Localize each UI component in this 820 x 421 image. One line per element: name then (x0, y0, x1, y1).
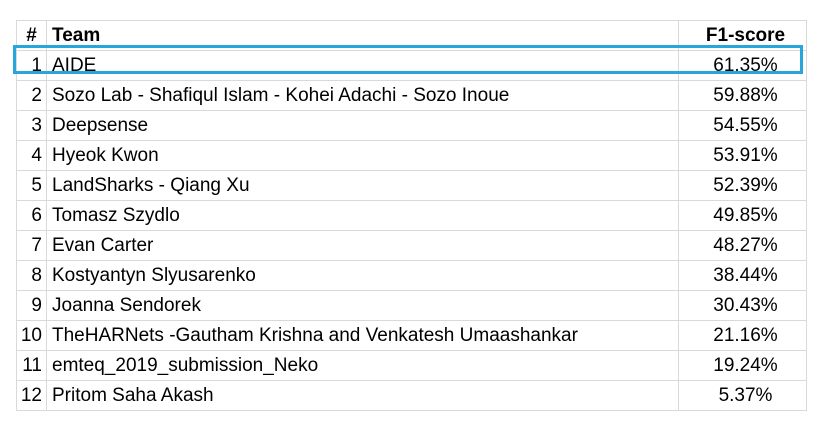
rank-cell: 7 (16, 230, 47, 261)
score-cell: 54.55% (678, 110, 807, 141)
team-cell: AIDE (46, 50, 679, 81)
rank-cell: 1 (16, 50, 47, 81)
team-cell: Kostyantyn Slyusarenko (46, 260, 679, 291)
score-cell: 21.16% (678, 320, 807, 351)
table-row: 10 TheHARNets -Gautham Krishna and Venka… (16, 320, 807, 351)
table-row: 12 Pritom Saha Akash 5.37% (16, 380, 807, 411)
score-cell: 38.44% (678, 260, 807, 291)
table-header: # Team F1-score (16, 20, 807, 51)
rank-cell: 3 (16, 110, 47, 141)
score-cell: 48.27% (678, 230, 807, 261)
table-row: 4 Hyeok Kwon 53.91% (16, 140, 807, 171)
team-cell: emteq_2019_submission_Neko (46, 350, 679, 381)
leaderboard-table: # Team F1-score 1 AIDE 61.35% 2 Sozo Lab… (16, 20, 807, 411)
table-row: 6 Tomasz Szydlo 49.85% (16, 200, 807, 231)
table-row: 7 Evan Carter 48.27% (16, 230, 807, 261)
rank-cell: 11 (16, 350, 47, 381)
team-cell: Sozo Lab - Shafiqul Islam - Kohei Adachi… (46, 80, 679, 111)
team-cell: Deepsense (46, 110, 679, 141)
rank-cell: 5 (16, 170, 47, 201)
team-cell: TheHARNets -Gautham Krishna and Venkates… (46, 320, 679, 351)
header-row: # Team F1-score (16, 20, 807, 51)
table-body: 1 AIDE 61.35% 2 Sozo Lab - Shafiqul Isla… (16, 50, 807, 411)
table-row: 5 LandSharks - Qiang Xu 52.39% (16, 170, 807, 201)
table-row: 8 Kostyantyn Slyusarenko 38.44% (16, 260, 807, 291)
team-cell: Evan Carter (46, 230, 679, 261)
score-cell: 30.43% (678, 290, 807, 321)
score-column-header: F1-score (678, 20, 807, 51)
rank-cell: 2 (16, 80, 47, 111)
score-cell: 59.88% (678, 80, 807, 111)
table-row: 1 AIDE 61.35% (16, 50, 807, 81)
score-cell: 53.91% (678, 140, 807, 171)
table-row: 3 Deepsense 54.55% (16, 110, 807, 141)
team-cell: Hyeok Kwon (46, 140, 679, 171)
table-row: 11 emteq_2019_submission_Neko 19.24% (16, 350, 807, 381)
team-column-header: Team (46, 20, 679, 51)
table-row: 9 Joanna Sendorek 30.43% (16, 290, 807, 321)
team-cell: LandSharks - Qiang Xu (46, 170, 679, 201)
rank-cell: 8 (16, 260, 47, 291)
score-cell: 19.24% (678, 350, 807, 381)
score-cell: 61.35% (678, 50, 807, 81)
score-cell: 49.85% (678, 200, 807, 231)
team-cell: Joanna Sendorek (46, 290, 679, 321)
rank-cell: 10 (16, 320, 47, 351)
score-cell: 52.39% (678, 170, 807, 201)
table-row: 2 Sozo Lab - Shafiqul Islam - Kohei Adac… (16, 80, 807, 111)
rank-column-header: # (16, 20, 47, 51)
rank-cell: 4 (16, 140, 47, 171)
team-cell: Tomasz Szydlo (46, 200, 679, 231)
score-cell: 5.37% (678, 380, 807, 411)
rank-cell: 6 (16, 200, 47, 231)
rank-cell: 9 (16, 290, 47, 321)
rank-cell: 12 (16, 380, 47, 411)
team-cell: Pritom Saha Akash (46, 380, 679, 411)
